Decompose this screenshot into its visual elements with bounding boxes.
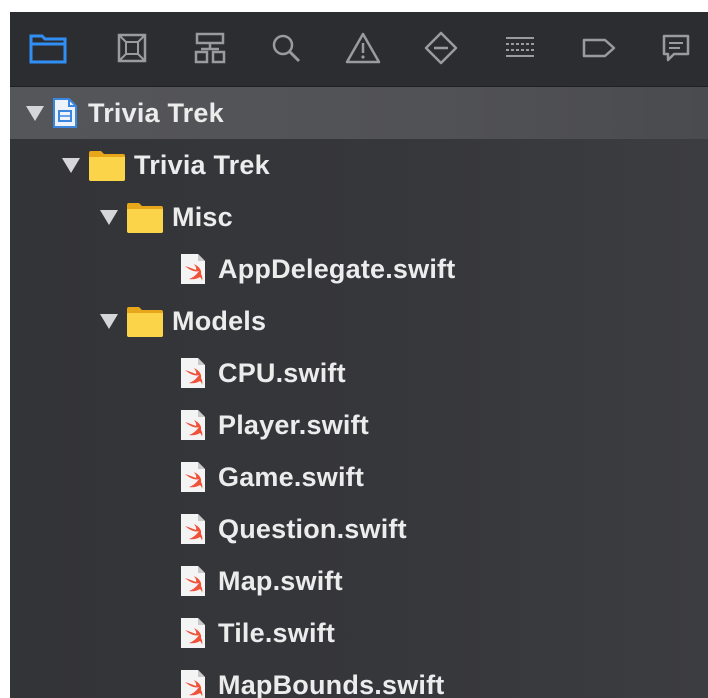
source-control-navigator-button[interactable] bbox=[112, 28, 152, 68]
swift-file-icon bbox=[180, 461, 206, 493]
folder-icon bbox=[88, 148, 126, 182]
tree-item-label: Game.swift bbox=[218, 461, 365, 492]
search-icon bbox=[272, 34, 301, 63]
breakpoint-tag-icon bbox=[582, 38, 616, 58]
symbol-navigator-button[interactable] bbox=[190, 28, 230, 68]
tree-row-file[interactable]: MapBounds.swift bbox=[10, 659, 708, 698]
tree-item-label: Tile.swift bbox=[218, 617, 336, 648]
swift-file-icon bbox=[180, 565, 206, 597]
tree-item-label: MapBounds.swift bbox=[218, 669, 445, 698]
tree-item-label: Player.swift bbox=[218, 409, 369, 440]
report-navigator-button[interactable] bbox=[656, 28, 696, 68]
tree-row-file[interactable]: Map.swift bbox=[10, 555, 708, 607]
test-navigator-button[interactable] bbox=[421, 28, 461, 68]
swift-file-icon bbox=[180, 617, 206, 649]
tree-row-file[interactable]: AppDelegate.swift bbox=[10, 243, 708, 295]
tree-item-label: Map.swift bbox=[218, 565, 343, 596]
swift-file-icon bbox=[180, 513, 206, 545]
breakpoint-navigator-button[interactable] bbox=[579, 28, 619, 68]
folder-icon bbox=[126, 304, 164, 338]
source-control-icon bbox=[117, 33, 147, 63]
xcode-navigator-panel: Trivia Trek Trivia Trek Misc AppDelegate… bbox=[10, 12, 708, 698]
tree-item-label: Models bbox=[172, 305, 267, 336]
tree-item-label: Trivia Trek bbox=[134, 149, 270, 180]
swift-file-icon bbox=[180, 253, 206, 285]
tree-row-group-misc[interactable]: Misc bbox=[10, 191, 708, 243]
test-diamond-icon bbox=[424, 31, 458, 65]
hierarchy-icon bbox=[194, 32, 226, 64]
tree-row-group-trivia-trek[interactable]: Trivia Trek bbox=[10, 139, 708, 191]
find-navigator-button[interactable] bbox=[266, 28, 306, 68]
tree-row-file[interactable]: CPU.swift bbox=[10, 347, 708, 399]
disclosure-triangle-icon[interactable] bbox=[26, 105, 44, 121]
swift-file-icon bbox=[180, 669, 206, 698]
disclosure-triangle-icon[interactable] bbox=[100, 209, 118, 225]
folder-icon bbox=[29, 34, 67, 64]
disclosure-triangle-icon[interactable] bbox=[62, 157, 80, 173]
tree-row-file[interactable]: Tile.swift bbox=[10, 607, 708, 659]
report-bubble-icon bbox=[662, 34, 690, 62]
debug-list-icon bbox=[506, 37, 534, 57]
debug-navigator-button[interactable] bbox=[500, 28, 540, 68]
folder-icon bbox=[126, 200, 164, 234]
disclosure-triangle-icon[interactable] bbox=[100, 313, 118, 329]
project-navigator-button[interactable] bbox=[28, 28, 68, 68]
issue-navigator-button[interactable] bbox=[343, 28, 383, 68]
swift-file-icon bbox=[180, 409, 206, 441]
tree-row-project[interactable]: Trivia Trek bbox=[10, 87, 708, 139]
warning-icon bbox=[345, 32, 381, 64]
tree-row-file[interactable]: Game.swift bbox=[10, 451, 708, 503]
swift-file-icon bbox=[180, 357, 206, 389]
tree-item-label: Question.swift bbox=[218, 513, 407, 544]
tree-item-label: Misc bbox=[172, 201, 233, 232]
tree-item-label: CPU.swift bbox=[218, 357, 346, 388]
tree-row-group-models[interactable]: Models bbox=[10, 295, 708, 347]
navigator-selector-bar bbox=[10, 12, 708, 87]
tree-item-label: Trivia Trek bbox=[88, 97, 224, 128]
project-file-icon bbox=[53, 98, 77, 128]
tree-row-file[interactable]: Question.swift bbox=[10, 503, 708, 555]
tree-row-file[interactable]: Player.swift bbox=[10, 399, 708, 451]
tree-item-label: AppDelegate.swift bbox=[218, 253, 456, 284]
